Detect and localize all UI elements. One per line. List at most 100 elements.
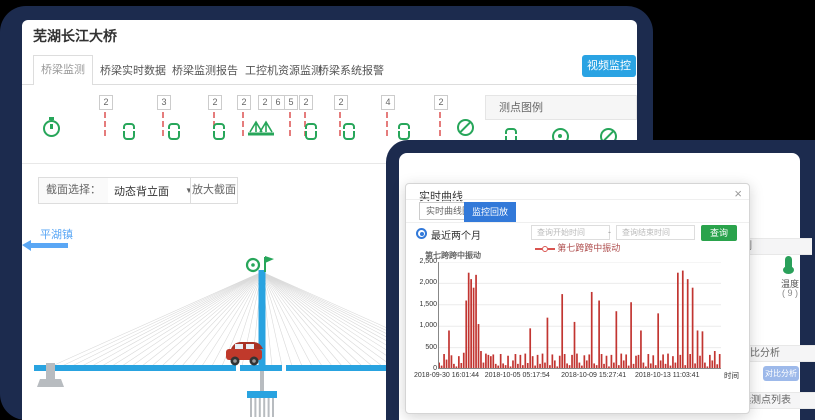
chain-link-icon[interactable]: [343, 123, 355, 140]
sensor-dropline: [104, 112, 106, 136]
chart-bar: [561, 294, 563, 369]
dialog-divider: [406, 199, 749, 200]
tab-1[interactable]: 桥梁实时数据: [100, 62, 166, 78]
chart-bar: [687, 279, 689, 369]
chart-bar: [559, 356, 561, 369]
no-entry-icon[interactable]: [457, 119, 474, 136]
chart-bar: [465, 301, 467, 369]
point-legend-header: 测点图例: [485, 95, 637, 120]
section-select-value[interactable]: 动态背立面: [108, 183, 175, 199]
x-axis-tick: 2018-10-13 11:03:41: [635, 372, 699, 379]
chart-bar: [682, 271, 684, 369]
chart-bar: [520, 355, 522, 369]
tab-4[interactable]: 桥梁系统报警: [318, 62, 384, 78]
chain-link-icon[interactable]: [398, 123, 410, 140]
page-title: 芜湖长江大桥: [33, 26, 117, 46]
chart-bar: [611, 355, 613, 369]
compare-analysis-button[interactable]: 对比分析: [763, 366, 799, 381]
dialog-divider: [406, 222, 749, 223]
y-axis-tick: 0: [409, 365, 437, 372]
sensor-dropline: [339, 112, 341, 136]
video-monitor-button[interactable]: 视频监控: [582, 55, 636, 77]
chart-bar: [473, 288, 475, 369]
tab-3[interactable]: 工控机资源监测: [245, 62, 322, 78]
query-end-time-input[interactable]: [616, 225, 695, 240]
chart-bar: [500, 354, 502, 369]
legend-label: 第七跨跨中振动: [557, 243, 620, 253]
chart-bar: [529, 328, 531, 369]
legend-marker-icon: [535, 248, 542, 250]
chart-bar: [638, 355, 640, 369]
y-axis-tick: 2,500: [409, 258, 437, 265]
xaxis-label: 时间: [724, 370, 739, 381]
sensor-count-badge: 2: [334, 95, 348, 110]
bridge-side-label: 平湖镇: [40, 226, 73, 242]
stopwatch-icon[interactable]: [43, 120, 60, 137]
chart-bar: [480, 351, 482, 369]
tab-2[interactable]: 桥梁监测报告: [172, 62, 238, 78]
date-range-separator: -: [608, 227, 611, 237]
chart-bar: [488, 355, 490, 369]
realtime-curve-dialog: 实时曲线 × 实时曲线图 监控回放 最近两个月 - 查询 第七跨跨中振动 第七跨…: [405, 183, 750, 414]
chain-link-icon[interactable]: [168, 123, 180, 140]
chart-bar: [679, 355, 681, 369]
chart-bar: [458, 356, 460, 369]
chain-link-icon[interactable]: [305, 123, 317, 140]
chart-bar: [515, 354, 517, 369]
sensor-count-badge: 2: [237, 95, 251, 110]
chain-link-icon[interactable]: [123, 123, 135, 140]
chart-bar: [640, 330, 642, 369]
chart-bar: [623, 360, 625, 369]
chain-link-icon[interactable]: [213, 123, 225, 140]
chart-bar: [647, 354, 649, 369]
sensor-dropline: [242, 112, 244, 136]
chart-bar: [537, 355, 539, 369]
sensor-count-badge: 2: [208, 95, 222, 110]
chart-bar: [463, 353, 465, 369]
radio-label: 最近两个月: [431, 227, 481, 242]
chart-bar: [709, 355, 711, 369]
x-axis-tick: 2018-09-30 16:01:44: [414, 372, 479, 379]
sensor-dropline: [386, 112, 388, 136]
tab-monitor-playback[interactable]: 监控回放: [464, 202, 516, 222]
chart-bar: [583, 355, 585, 369]
chart-bar: [620, 354, 622, 369]
chart-bar: [470, 279, 472, 369]
chart-bar: [512, 360, 514, 369]
sensor-count-badge: 2: [99, 95, 113, 110]
tab-bridge-monitor[interactable]: 桥梁监测: [33, 55, 93, 85]
sensor-dropline: [439, 112, 441, 136]
chart-bar: [524, 354, 526, 369]
screenshot-stage: 芜湖长江大桥 桥梁监测 桥梁实时数据桥梁监测报告工控机资源监测桥梁系统报警 视频…: [0, 0, 815, 420]
chart-bar: [443, 354, 445, 369]
enlarge-section-button[interactable]: 放大截面: [190, 177, 238, 204]
chart-bar: [662, 354, 664, 369]
chart-bar: [719, 354, 721, 369]
chart-bar: [532, 356, 534, 369]
query-start-time-input[interactable]: [531, 225, 610, 240]
temperature-count: ( 9 ): [774, 288, 806, 298]
sensor-dropline: [162, 112, 164, 136]
chart-bar: [714, 351, 716, 369]
sensor-count-badge: 3: [157, 95, 171, 110]
chart-bar: [564, 354, 566, 369]
chart-bar: [615, 311, 617, 369]
chart-bar: [689, 354, 691, 369]
search-button[interactable]: 查询: [701, 225, 737, 241]
chart-bar: [574, 322, 576, 369]
chart-bar: [591, 292, 593, 369]
sensor-count-badge: 4: [381, 95, 395, 110]
chart-bar: [571, 355, 573, 369]
bridge-sensor-icon[interactable]: [248, 116, 274, 138]
legend-marker-icon: [548, 248, 555, 250]
chart-bar: [485, 354, 487, 369]
modal-window: 测点图例 温度 ( 9 ) 对比分析 对比分析 已选测点列表 实时曲线 × 实时…: [399, 153, 800, 420]
sensor-count-badge: 2: [434, 95, 448, 110]
thermometer-icon[interactable]: [785, 256, 792, 269]
chart-bar: [677, 273, 679, 369]
chart-bar: [625, 354, 627, 369]
chart-bar: [601, 354, 603, 369]
section-select-control[interactable]: 截面选择： 动态背立面 ▼: [38, 177, 200, 204]
chart-bar: [606, 356, 608, 369]
radio-last-two-months[interactable]: [416, 228, 427, 239]
